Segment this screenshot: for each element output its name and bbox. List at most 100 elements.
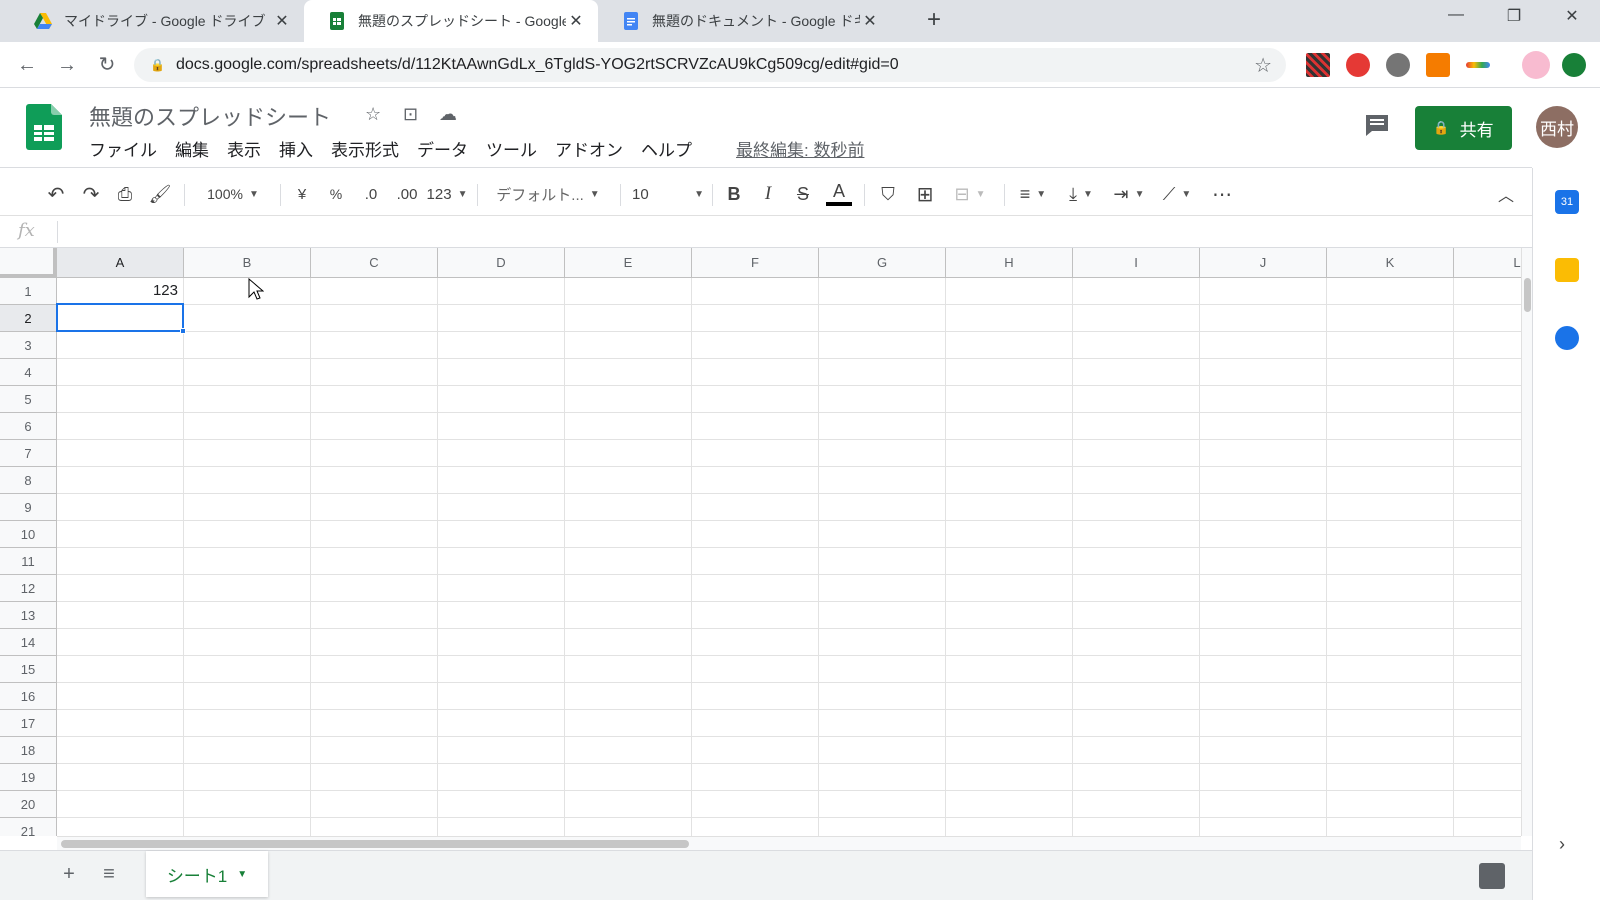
browser-tab-drive[interactable]: マイドライブ - Google ドライブ ✕ <box>10 0 304 42</box>
update-icon[interactable] <box>1562 53 1586 77</box>
row-header-10[interactable]: 10 <box>0 521 57 548</box>
document-title[interactable]: 無題のスプレッドシート <box>89 100 331 132</box>
new-tab-button[interactable]: + <box>921 8 947 34</box>
row-header-6[interactable]: 6 <box>0 413 57 440</box>
horizontal-align-icon[interactable]: ≡ ▼ <box>1012 180 1054 208</box>
row-header-8[interactable]: 8 <box>0 467 57 494</box>
column-header-g[interactable]: G <box>819 248 946 278</box>
fill-handle[interactable] <box>180 328 186 334</box>
row-header-13[interactable]: 13 <box>0 602 57 629</box>
borders-icon[interactable]: ⊞ <box>911 180 939 208</box>
column-header-b[interactable]: B <box>184 248 311 278</box>
row-header-2[interactable]: 2 <box>0 305 57 332</box>
menu-file[interactable]: ファイル <box>89 136 157 161</box>
number-format-select[interactable]: 123 ▼ <box>426 180 468 208</box>
minimize-icon[interactable]: — <box>1436 6 1476 24</box>
column-header-f[interactable]: F <box>692 248 819 278</box>
zoom-select[interactable]: 100% ▼ <box>196 180 270 208</box>
row-header-12[interactable]: 12 <box>0 575 57 602</box>
menu-data[interactable]: データ <box>417 136 468 161</box>
font-family-select[interactable]: デフォルト... ▼ <box>489 180 607 208</box>
font-size-select[interactable]: 10 ▼ <box>632 180 704 208</box>
share-button[interactable]: 🔒 共有 <box>1415 106 1512 150</box>
explore-icon[interactable] <box>1479 863 1505 889</box>
select-all-corner[interactable] <box>0 248 57 278</box>
menu-edit[interactable]: 編集 <box>175 136 209 161</box>
row-header-18[interactable]: 18 <box>0 737 57 764</box>
row-header-14[interactable]: 14 <box>0 629 57 656</box>
scroll-thumb[interactable] <box>1524 278 1531 312</box>
decrease-decimal-button[interactable]: .0 <box>356 180 386 208</box>
row-header-11[interactable]: 11 <box>0 548 57 575</box>
red-extension-icon[interactable] <box>1346 53 1370 77</box>
paint-format-icon[interactable]: 🖌 <box>146 180 174 208</box>
text-color-button[interactable]: A <box>824 180 854 208</box>
calendar-icon[interactable]: 31 <box>1555 190 1579 214</box>
expand-panel-icon[interactable]: › <box>1559 834 1565 855</box>
undo-icon[interactable]: ↶ <box>42 180 70 208</box>
percent-format-button[interactable]: % <box>322 180 350 208</box>
vertical-scrollbar[interactable] <box>1521 248 1532 836</box>
column-header-e[interactable]: E <box>565 248 692 278</box>
currency-format-button[interactable]: ¥ <box>288 180 316 208</box>
cell-area[interactable] <box>57 278 1521 836</box>
collapse-toolbar-icon[interactable]: ︿ <box>1494 180 1518 208</box>
address-bar[interactable]: 🔒 docs.google.com/spreadsheets/d/112KtAA… <box>134 48 1286 82</box>
row-header-9[interactable]: 9 <box>0 494 57 521</box>
column-header-i[interactable]: I <box>1073 248 1200 278</box>
print-icon[interactable]: ⎙ <box>111 180 139 208</box>
skype-extension-icon[interactable] <box>1386 53 1410 77</box>
row-header-17[interactable]: 17 <box>0 710 57 737</box>
tasks-icon[interactable] <box>1555 326 1579 350</box>
bold-button[interactable]: B <box>720 180 748 208</box>
rainbow-extension-icon[interactable] <box>1466 62 1490 68</box>
back-icon[interactable]: ← <box>14 52 40 78</box>
move-folder-icon[interactable]: ⊡ <box>403 104 418 125</box>
menu-view[interactable]: 表示 <box>227 136 261 161</box>
row-header-19[interactable]: 19 <box>0 764 57 791</box>
qr-extension-icon[interactable] <box>1306 53 1330 77</box>
menu-addons[interactable]: アドオン <box>555 136 623 161</box>
row-header-3[interactable]: 3 <box>0 332 57 359</box>
star-icon[interactable]: ☆ <box>365 104 381 125</box>
column-header-h[interactable]: H <box>946 248 1073 278</box>
sheet-tab[interactable]: シート1 ▼ <box>146 851 268 897</box>
browser-tab-sheets[interactable]: 無題のスプレッドシート - Google スプ ✕ <box>304 0 598 42</box>
column-header-a[interactable]: A <box>57 248 184 278</box>
bookmark-star-icon[interactable]: ☆ <box>1254 53 1272 78</box>
merge-cells-icon[interactable]: ⊟ ▼ <box>947 180 993 208</box>
column-header-k[interactable]: K <box>1327 248 1454 278</box>
keep-icon[interactable] <box>1555 258 1579 282</box>
row-header-15[interactable]: 15 <box>0 656 57 683</box>
close-tab-icon[interactable]: ✕ <box>566 11 586 31</box>
horizontal-scrollbar[interactable] <box>57 836 1521 850</box>
browser-tab-docs[interactable]: 無題のドキュメント - Google ドキュメ ✕ <box>598 0 892 42</box>
column-header-j[interactable]: J <box>1200 248 1327 278</box>
fill-color-icon[interactable]: ⛉ <box>874 180 902 208</box>
add-sheet-button[interactable]: + <box>56 863 82 886</box>
row-header-16[interactable]: 16 <box>0 683 57 710</box>
menu-format[interactable]: 表示形式 <box>331 136 399 161</box>
redo-icon[interactable]: ↷ <box>77 180 105 208</box>
column-header-c[interactable]: C <box>311 248 438 278</box>
cell-a1[interactable]: 123 <box>57 278 181 304</box>
sheets-logo-icon[interactable] <box>26 104 62 150</box>
restore-icon[interactable]: ❐ <box>1494 6 1534 26</box>
selected-cell-a2[interactable] <box>56 303 184 332</box>
italic-button[interactable]: I <box>754 180 782 208</box>
row-header-4[interactable]: 4 <box>0 359 57 386</box>
menu-insert[interactable]: 挿入 <box>279 136 313 161</box>
increase-decimal-button[interactable]: .00 <box>390 180 424 208</box>
more-options-button[interactable]: ⋯ <box>1208 180 1236 208</box>
row-header-21[interactable]: 21 <box>0 818 57 836</box>
close-window-icon[interactable]: ✕ <box>1552 6 1592 26</box>
chart-extension-icon[interactable] <box>1426 53 1450 77</box>
last-edit-link[interactable]: 最終編集: 数秒前 <box>736 136 864 161</box>
avatar[interactable]: 西村 <box>1536 106 1578 148</box>
row-header-20[interactable]: 20 <box>0 791 57 818</box>
profile-icon[interactable] <box>1522 51 1550 79</box>
strikethrough-button[interactable]: S <box>789 180 817 208</box>
row-header-5[interactable]: 5 <box>0 386 57 413</box>
row-header-7[interactable]: 7 <box>0 440 57 467</box>
cloud-saved-icon[interactable]: ☁ <box>439 104 457 125</box>
